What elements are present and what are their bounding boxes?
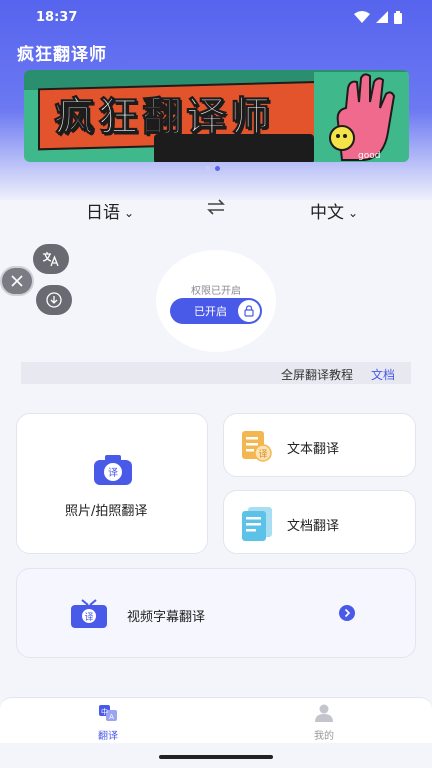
signal-icon [376, 11, 388, 23]
nav-item-translate[interactable]: 中 A 翻译 [78, 704, 138, 742]
svg-text:A: A [109, 713, 114, 721]
chevron-right-icon[interactable] [339, 605, 355, 621]
user-icon [315, 704, 333, 722]
svg-text:译: 译 [108, 467, 118, 479]
pagination-dot-active [215, 166, 220, 171]
permission-label: 权限已开启 [191, 286, 241, 297]
target-language-label: 中文 [310, 203, 344, 223]
language-selector: 日语 ⌄ 中文 ⌄ [0, 190, 432, 226]
text-translate-label: 文本翻译 [287, 442, 340, 457]
bottom-navigation: 中 A 翻译 我的 [0, 697, 432, 743]
svg-text:译: 译 [84, 612, 93, 623]
chevron-down-icon: ⌄ [348, 206, 359, 220]
home-indicator [159, 755, 273, 759]
lock-icon [238, 300, 260, 322]
banner[interactable]: 疯狂翻译师 欢迎使用 good [24, 70, 409, 162]
translate-nav-icon: 中 A [99, 705, 117, 721]
banner-subtitle: 欢迎使用 [179, 146, 285, 163]
tutorial-bar: 全屏翻译教程 文档 [21, 362, 411, 384]
chevron-down-icon: ⌄ [124, 206, 135, 220]
source-language-select[interactable]: 日语 ⌄ [86, 198, 134, 223]
close-icon [11, 275, 23, 287]
document-icon [242, 507, 272, 541]
camera-icon: 译 [94, 455, 132, 485]
banner-pagination [205, 166, 220, 171]
status-time: 18:37 [36, 9, 78, 25]
permission-button-label: 已开启 [194, 305, 227, 318]
source-language-label: 日语 [86, 203, 120, 223]
video-subtitle-translate-label: 视频字幕翻译 [127, 610, 206, 625]
hand-illustration-icon: good [314, 72, 409, 162]
translate-icon [42, 252, 59, 267]
tutorial-doc-link[interactable]: 文档 [371, 366, 395, 383]
permission-toggle[interactable]: 已开启 [170, 298, 262, 324]
target-language-select[interactable]: 中文 ⌄ [310, 198, 358, 223]
banner-badge: good [358, 151, 380, 161]
floating-translate-button[interactable] [33, 244, 69, 274]
pagination-dot [205, 166, 210, 171]
floating-download-button[interactable] [36, 285, 72, 315]
nav-label-translate: 翻译 [98, 731, 118, 742]
photo-translate-card[interactable]: 译 照片/拍照翻译 [16, 413, 208, 554]
nav-item-me[interactable]: 我的 [294, 704, 354, 742]
app-title: 疯狂翻译师 [17, 45, 107, 65]
photo-translate-label: 照片/拍照翻译 [65, 504, 148, 519]
status-icons [354, 10, 402, 24]
text-translate-card[interactable]: 译 文本翻译 [223, 413, 416, 477]
text-doc-icon: 译 [242, 431, 272, 462]
document-translate-card[interactable]: 文档翻译 [223, 490, 416, 554]
nav-label-me: 我的 [314, 731, 334, 742]
svg-text:译: 译 [258, 449, 267, 460]
document-translate-label: 文档翻译 [287, 519, 340, 534]
permission-panel: 权限已开启 已开启 [156, 250, 276, 352]
status-bar: 18:37 [0, 0, 432, 34]
floating-close-button[interactable] [0, 266, 34, 296]
video-subtitle-translate-card[interactable]: 译 视频字幕翻译 [16, 568, 416, 658]
download-icon [46, 292, 62, 308]
svg-text:中: 中 [101, 707, 108, 716]
swap-icon[interactable] [205, 198, 227, 216]
battery-icon [394, 10, 402, 24]
tv-icon: 译 [71, 599, 107, 628]
tutorial-text: 全屏翻译教程 [280, 368, 353, 382]
wifi-icon [354, 11, 370, 23]
